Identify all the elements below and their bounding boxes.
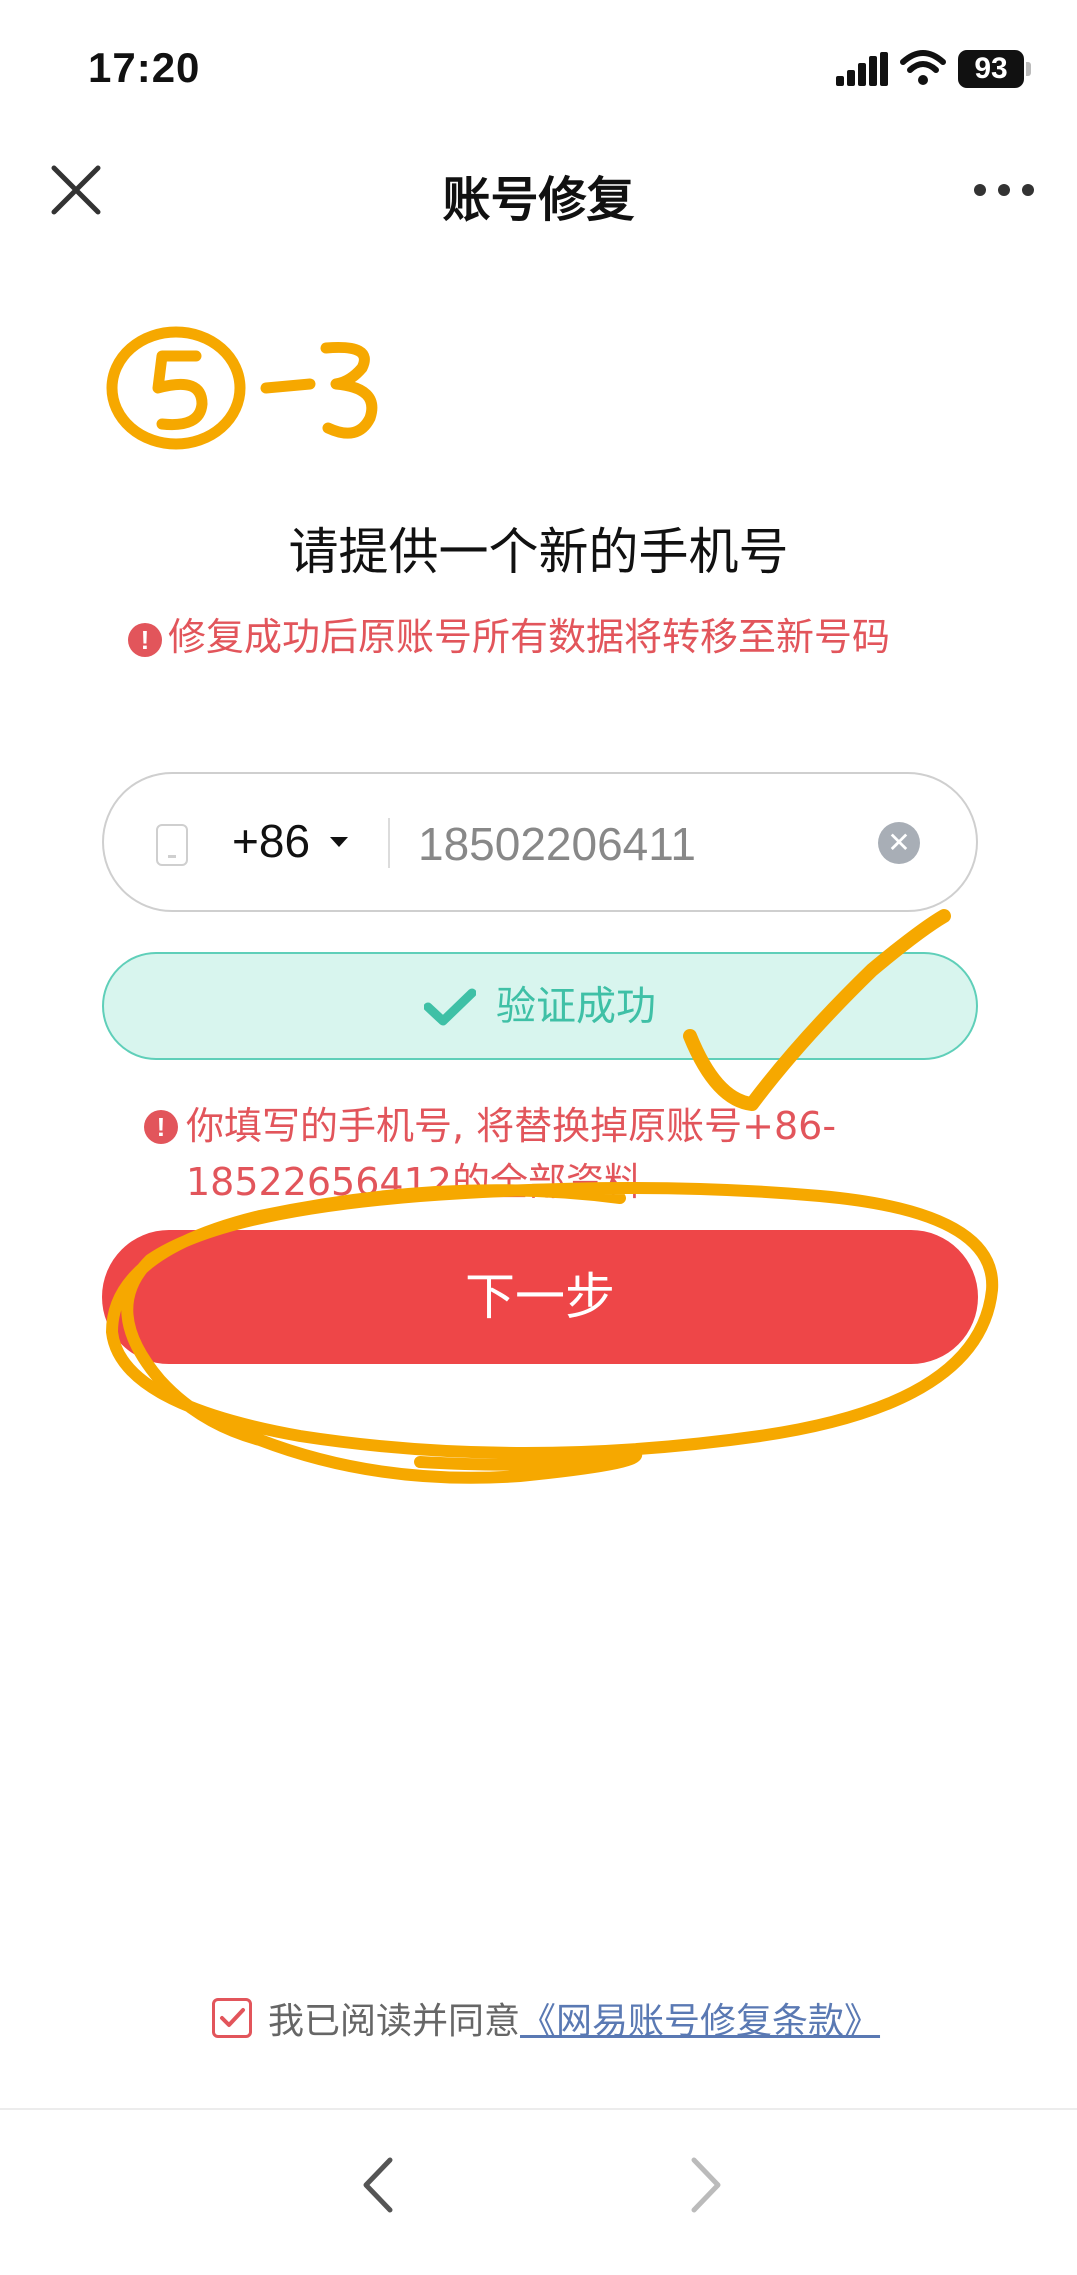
agreement-checkbox[interactable] [212, 1998, 252, 2038]
agreement-text: 我已阅读并同意 [268, 2001, 521, 2042]
agreement-row: 我已阅读并同意《网易账号修复条款》 [212, 1992, 880, 2044]
data-transfer-warning: ! 修复成功后原账号所有数据将转移至新号码 [128, 606, 890, 661]
verification-status: 验证成功 [102, 952, 978, 1060]
heading: 请提供一个新的手机号 [288, 523, 789, 581]
replace-account-warning-text: 你填写的手机号, 将替换掉原账号+86-18522656412的全部资料 [186, 1104, 837, 1204]
close-icon[interactable] [46, 160, 106, 220]
warning-icon: ! [144, 1110, 178, 1144]
battery-tip [1026, 62, 1031, 76]
handwritten-step-label [106, 326, 378, 450]
checkmark-icon [424, 988, 476, 1025]
next-step-button[interactable]: 下一步 [102, 1230, 978, 1364]
replace-account-warning: ! 你填写的手机号, 将替换掉原账号+86-18522656412的全部资料 [144, 1098, 904, 1210]
back-arrow-icon[interactable] [352, 2150, 402, 2220]
checkbox-check-icon [220, 2008, 245, 2027]
mobile-phone-icon [156, 824, 188, 866]
warning-icon: ! [128, 622, 162, 657]
battery-icon: 93 [958, 50, 1024, 88]
verification-status-text: 验证成功 [496, 983, 656, 1030]
country-code-selector[interactable]: +86 [232, 814, 310, 868]
wifi-icon [900, 50, 946, 85]
clear-input-icon[interactable]: ✕ [878, 822, 920, 864]
status-time: 17:20 [88, 44, 201, 91]
page-title: 账号修复 [442, 172, 635, 228]
bottom-navigation-bar [0, 2108, 1077, 2275]
phone-number-input[interactable] [418, 812, 858, 876]
more-options-icon[interactable] [972, 180, 1036, 200]
input-divider [388, 818, 390, 868]
data-transfer-warning-text: 修复成功后原账号所有数据将转移至新号码 [168, 615, 891, 659]
terms-link[interactable]: 《网易账号修复条款》 [520, 2001, 880, 2042]
signal-icon [836, 52, 888, 86]
forward-arrow-icon[interactable] [682, 2150, 732, 2220]
mobile-phone-icon-detail [168, 855, 176, 858]
caret-down-icon[interactable] [330, 837, 348, 847]
